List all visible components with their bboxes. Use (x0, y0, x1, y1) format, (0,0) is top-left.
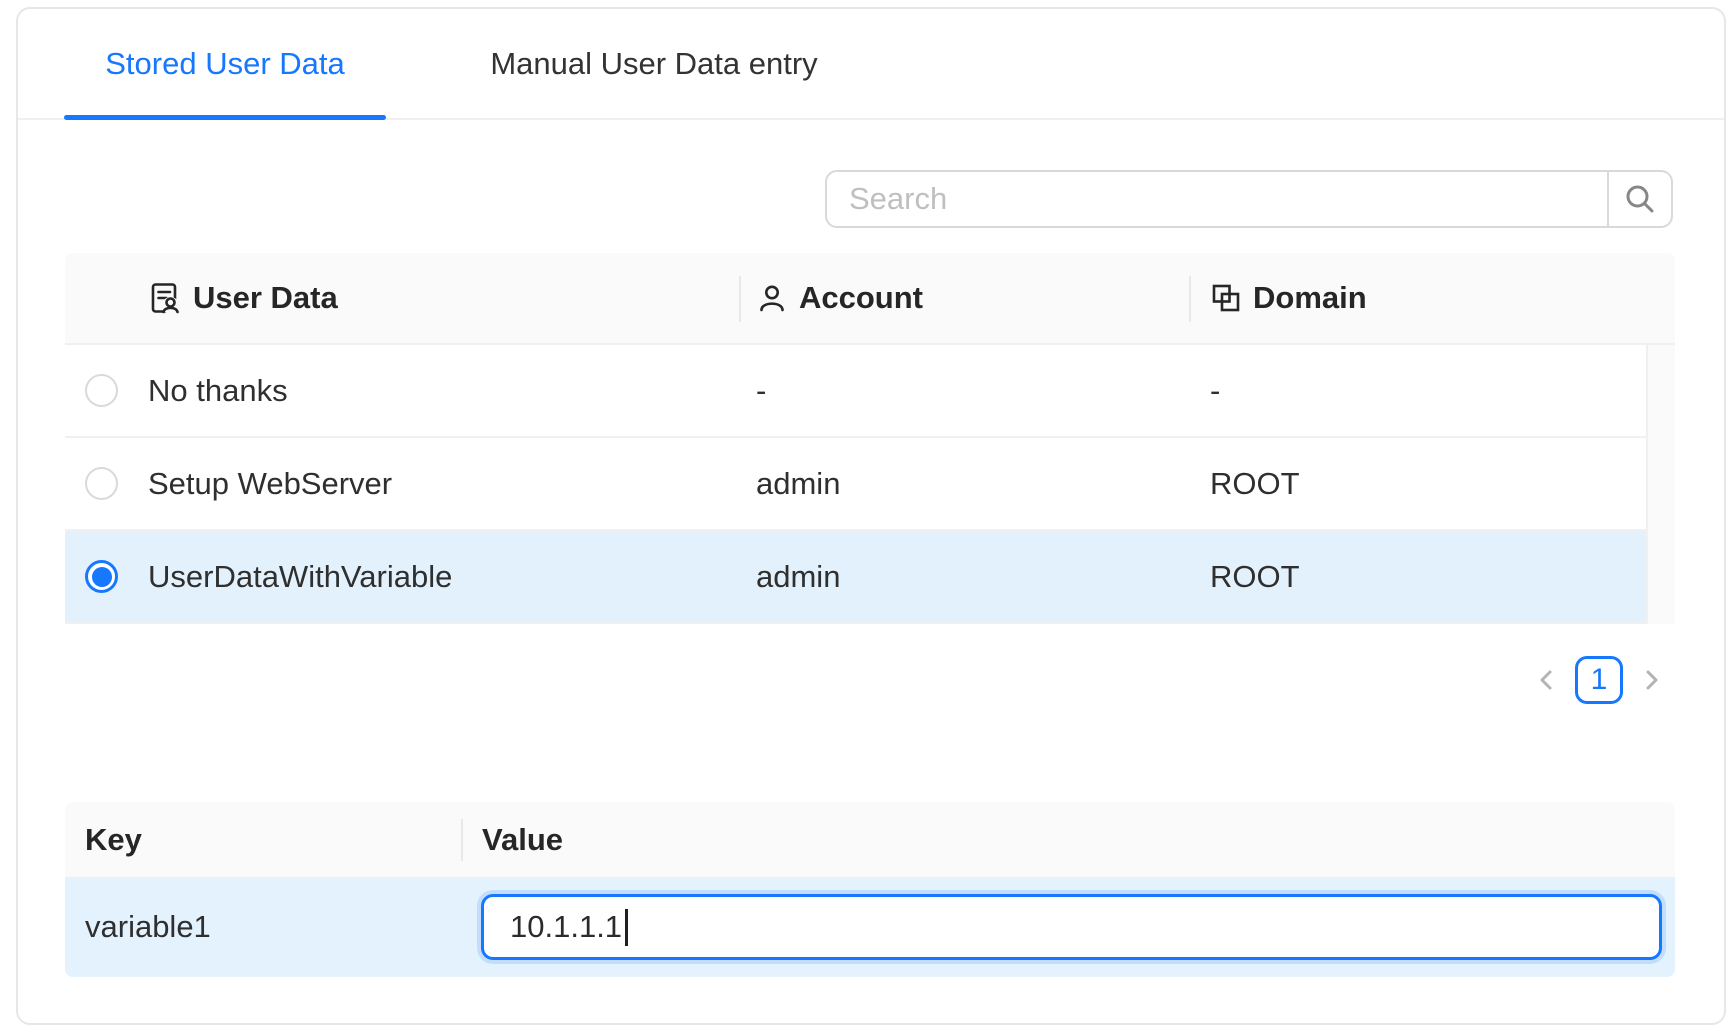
column-header-account: Account (740, 280, 1190, 316)
cell-user-data: UserDataWithVariable (131, 559, 740, 595)
search-icon (1623, 182, 1657, 216)
text-cursor (625, 909, 628, 946)
block-icon (1210, 282, 1242, 314)
search-input[interactable] (825, 170, 1609, 228)
active-tab-indicator (64, 115, 386, 120)
header-divider (461, 819, 463, 861)
header-divider (1189, 276, 1191, 322)
user-icon (756, 282, 788, 314)
radio-userdatawithvariable[interactable] (85, 560, 118, 593)
variable-value-cell: 10.1.1.1 (462, 894, 1675, 960)
kv-table-row: variable1 10.1.1.1 (65, 877, 1675, 977)
column-header-value: Value (462, 822, 1675, 858)
table-scrollbar-track[interactable] (1646, 345, 1675, 624)
variable-value-input[interactable]: 10.1.1.1 (481, 894, 1662, 960)
table-header: User Data Account Domain (65, 253, 1675, 345)
table-row-selected[interactable]: UserDataWithVariable admin ROOT (65, 531, 1675, 624)
radio-setup-webserver[interactable] (85, 467, 118, 500)
pagination-prev-button[interactable] (1532, 656, 1562, 704)
header-divider (739, 276, 741, 322)
table-body: No thanks - - Setup WebServer admin ROOT… (65, 345, 1675, 624)
pagination-next-button[interactable] (1636, 656, 1666, 704)
column-label-user-data: User Data (193, 280, 338, 316)
radio-no-thanks[interactable] (85, 374, 118, 407)
tab-manual-user-data-entry[interactable]: Manual User Data entry (458, 9, 850, 118)
search-button[interactable] (1609, 170, 1673, 228)
tab-stored-user-data[interactable]: Stored User Data (64, 9, 386, 118)
cell-domain: ROOT (1190, 466, 1675, 502)
pagination: 1 (1532, 656, 1666, 704)
chevron-right-icon (1638, 667, 1664, 693)
tab-bar: Stored User Data Manual User Data entry (18, 9, 1724, 120)
cell-domain: - (1190, 373, 1675, 409)
cell-user-data: Setup WebServer (131, 466, 740, 502)
cell-account: - (740, 373, 1190, 409)
column-label-domain: Domain (1253, 280, 1367, 316)
table-row[interactable]: No thanks - - (65, 345, 1675, 438)
pagination-page-1[interactable]: 1 (1575, 656, 1623, 704)
column-header-key: Key (65, 822, 462, 858)
column-header-domain: Domain (1190, 280, 1675, 316)
search-group (825, 170, 1673, 228)
column-header-user-data: User Data (131, 280, 740, 316)
user-data-panel: Stored User Data Manual User Data entry (16, 7, 1726, 1025)
cell-user-data: No thanks (131, 373, 740, 409)
user-data-table: User Data Account Domain (65, 253, 1675, 624)
kv-table-header: Key Value (65, 802, 1675, 877)
cell-account: admin (740, 559, 1190, 595)
variable-key-label: variable1 (65, 909, 462, 945)
column-label-account: Account (799, 280, 923, 316)
solution-icon (148, 281, 182, 315)
variables-table: Key Value variable1 10.1.1.1 (65, 802, 1675, 977)
table-row[interactable]: Setup WebServer admin ROOT (65, 438, 1675, 531)
cell-domain: ROOT (1190, 559, 1675, 595)
chevron-left-icon (1534, 667, 1560, 693)
variable-value-text: 10.1.1.1 (510, 909, 622, 945)
cell-account: admin (740, 466, 1190, 502)
